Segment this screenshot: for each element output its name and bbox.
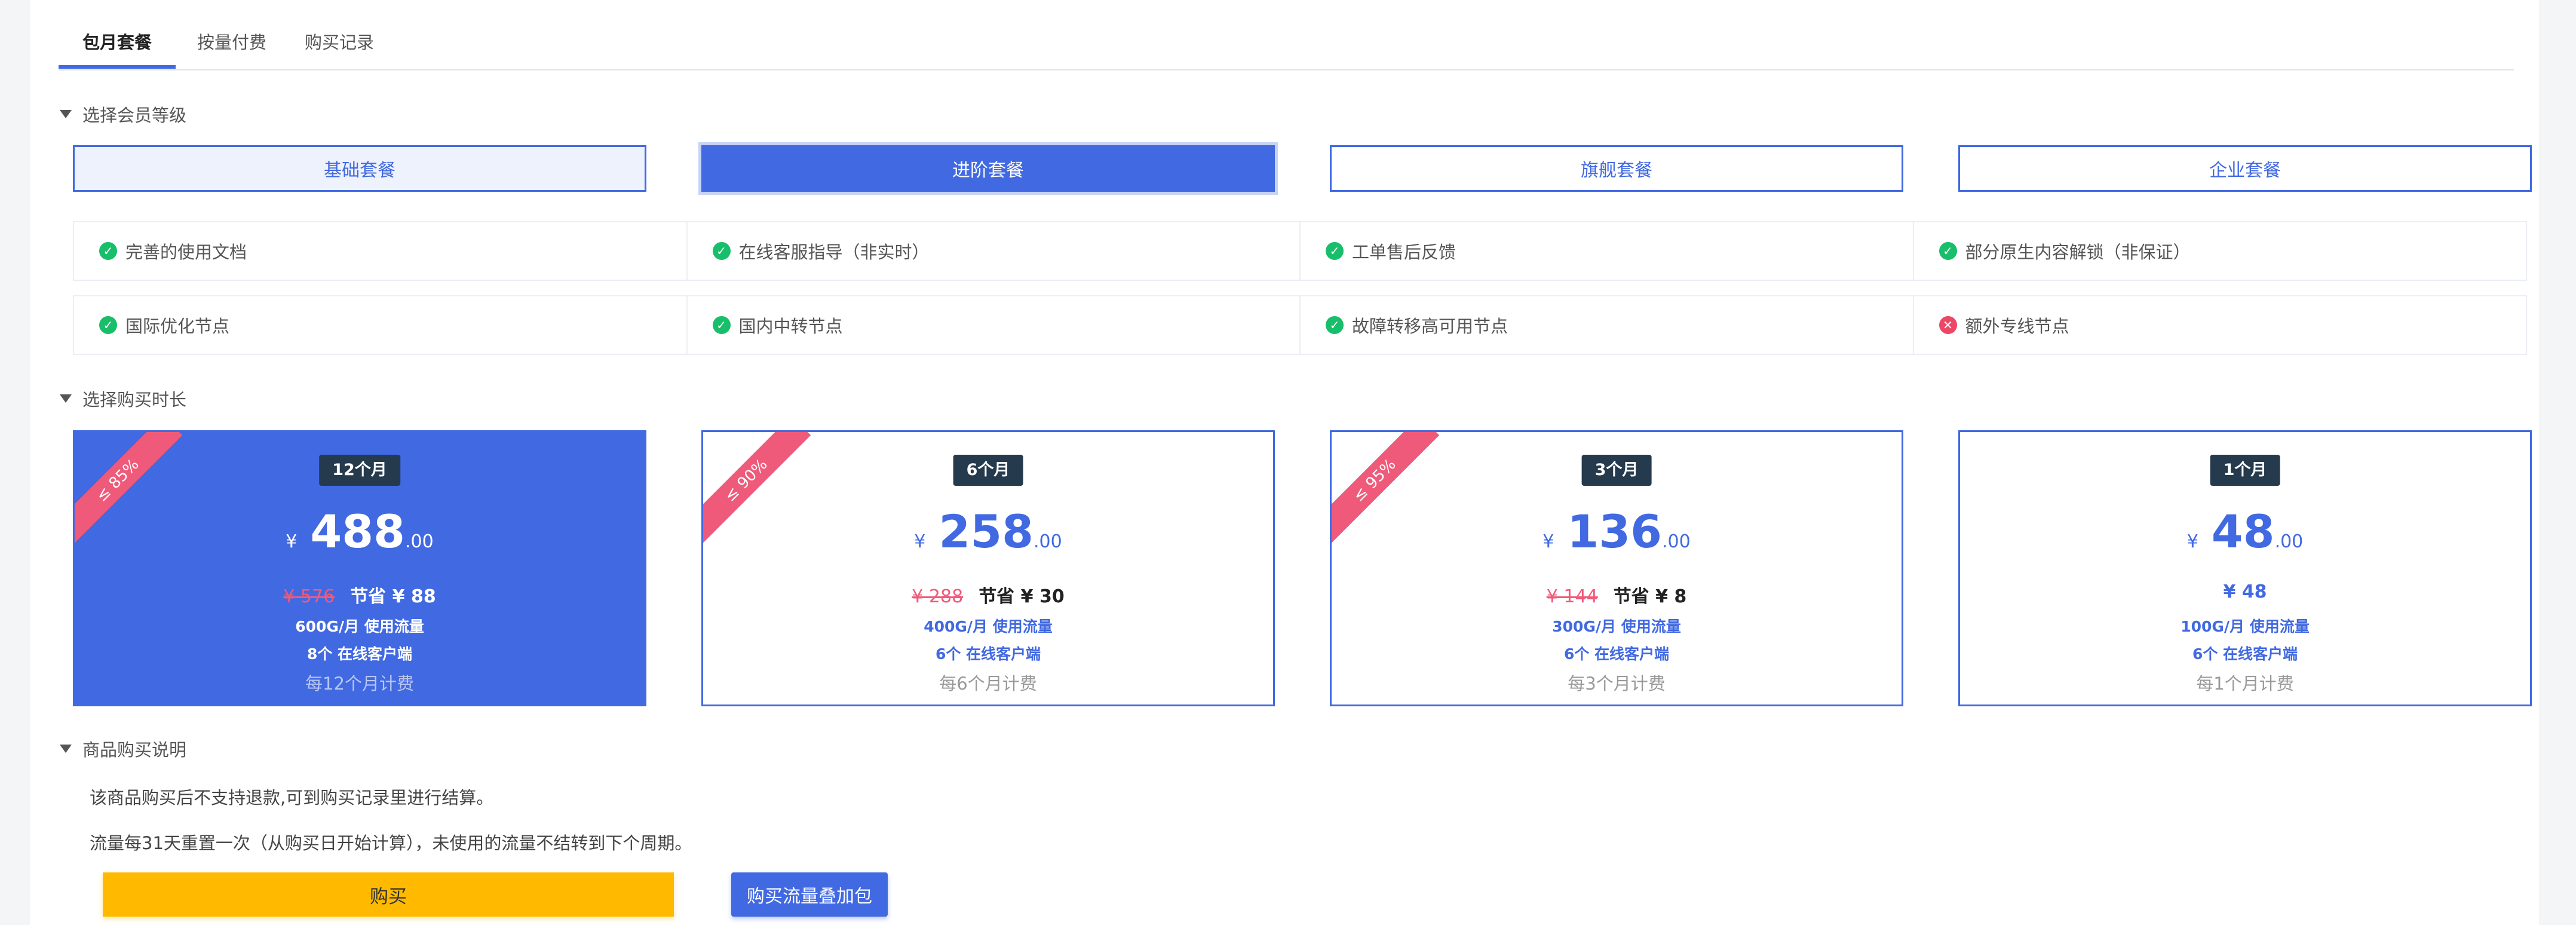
section-level-title: 选择会员等级 [82,105,187,125]
duration-badge: 3个月 [1581,455,1652,486]
billing-cycle: 每1个月计费 [2196,673,2294,694]
original-price: ¥ 576 [283,586,335,607]
traffic-spec: 300G/月 使用流量 [1552,618,1681,635]
duration-card-3-months[interactable]: ≤ 95% 3个月 ¥136.00 ¥ 144 节省 ¥ 8 300G/月 使用流… [1330,430,1903,706]
check-circle-icon: ✓ [1326,316,1344,334]
price-row: ¥258.00 [703,505,1273,558]
price-value: 488 [310,505,406,558]
buy-button[interactable]: 购买 [103,872,674,917]
duration-badge: 12个月 [319,455,400,486]
feature-label: 国内中转节点 [738,316,843,336]
clients-spec: 6个 在线客户端 [935,645,1041,663]
section-duration-title: 选择购买时长 [82,390,187,410]
feature-label: 完善的使用文档 [125,242,247,262]
feature-item: ✕ 额外专线节点 [1914,296,2526,354]
feature-item: ✓ 在线客服指导（非实时） [688,222,1301,280]
duration-badge: 6个月 [953,455,1023,486]
check-circle-icon: ✓ [99,316,117,334]
plan-price-text: ¥ 48 [2223,581,2267,602]
feature-label: 故障转移高可用节点 [1352,316,1508,336]
level-enterprise-button[interactable]: 企业套餐 [1958,145,2532,192]
price-row: ¥488.00 [75,505,645,558]
savings-text: 节省 ¥ 30 [979,586,1065,607]
duration-card-1-month[interactable]: 1个月 ¥48.00 ¥ 48 100G/月 使用流量 6个 在线客户端 每1个… [1958,430,2532,706]
tab-monthly-plan[interactable]: 包月套餐 [59,29,176,69]
save-row: ¥ 576 节省 ¥ 88 [75,581,645,608]
price-value: 136 [1567,505,1663,558]
purchase-note-refund: 该商品购买后不支持退款,可到购买记录里进行结算。 [90,788,494,808]
billing-cycle: 每12个月计费 [305,673,414,694]
x-circle-icon: ✕ [1939,316,1957,334]
save-row: ¥ 288 节省 ¥ 30 [703,581,1273,608]
currency-symbol: ¥ [286,531,298,552]
traffic-spec: 100G/月 使用流量 [2181,618,2310,635]
price-cents: .00 [1034,531,1062,552]
price-row: ¥48.00 [1960,505,2530,558]
purchase-note-traffic-reset: 流量每31天重置一次（从购买日开始计算），未使用的流量不结转到下个周期。 [90,833,692,853]
feature-item: ✓ 故障转移高可用节点 [1301,296,1914,354]
feature-row-2: ✓ 国际优化节点 ✓ 国内中转节点 ✓ 故障转移高可用节点 ✕ 额外专线节点 [73,295,2527,355]
currency-symbol: ¥ [2186,531,2198,552]
price-row: ¥136.00 [1332,505,1902,558]
check-circle-icon: ✓ [99,242,117,260]
original-price: ¥ 144 [1546,586,1598,607]
feature-item: ✓ 国际优化节点 [74,296,688,354]
billing-cycle: 每3个月计费 [1568,673,1666,694]
price-cents: .00 [405,531,434,552]
duration-badge: 1个月 [2210,455,2280,486]
original-price: ¥ 288 [912,586,964,607]
check-circle-icon: ✓ [1326,242,1344,260]
caret-down-icon [60,394,72,403]
price-value: 258 [939,505,1034,558]
feature-label: 部分原生内容解锁（非保证） [1965,242,2191,262]
tab-purchase-history[interactable]: 购买记录 [281,29,398,69]
main-panel: 包月套餐 按量付费 购买记录 选择会员等级 基础套餐 进阶套餐 旗舰套餐 企业套… [30,0,2539,925]
buy-traffic-addon-button[interactable]: 购买流量叠加包 [731,872,888,917]
currency-symbol: ¥ [914,531,926,552]
billing-cycle: 每6个月计费 [939,673,1037,694]
section-level[interactable]: 选择会员等级 [60,99,186,129]
section-duration[interactable]: 选择购买时长 [60,384,186,414]
price-value: 48 [2211,505,2275,558]
duration-card-12-months[interactable]: ≤ 85% 12个月 ¥488.00 ¥ 576 节省 ¥ 88 600G/月 使… [73,430,646,706]
caret-down-icon [60,745,72,753]
tab-pay-as-you-go[interactable]: 按量付费 [173,29,290,69]
caret-down-icon [60,110,72,118]
section-notes[interactable]: 商品购买说明 [60,734,186,764]
check-circle-icon: ✓ [712,242,731,260]
save-row: ¥ 144 节省 ¥ 8 [1332,581,1902,608]
feature-item: ✓ 完善的使用文档 [74,222,688,280]
check-circle-icon: ✓ [712,316,731,334]
duration-card-6-months[interactable]: ≤ 90% 6个月 ¥258.00 ¥ 288 节省 ¥ 30 400G/月 使用… [701,430,1275,706]
clients-spec: 6个 在线客户端 [2192,645,2298,663]
feature-row-1: ✓ 完善的使用文档 ✓ 在线客服指导（非实时） ✓ 工单售后反馈 ✓ 部分原生内容解锁（… [73,221,2527,281]
feature-item: ✓ 部分原生内容解锁（非保证） [1914,222,2526,280]
price-cents: .00 [2274,531,2304,552]
traffic-spec: 600G/月 使用流量 [295,618,424,635]
savings-text: 节省 ¥ 88 [350,586,436,607]
save-row: ¥ 48 [1960,581,2530,602]
feature-label: 国际优化节点 [125,316,230,336]
check-circle-icon: ✓ [1939,242,1957,260]
tab-bar: 包月套餐 按量付费 购买记录 [59,0,2514,71]
clients-spec: 8个 在线客户端 [306,645,413,663]
price-cents: .00 [1662,531,1691,552]
feature-item: ✓ 工单售后反馈 [1301,222,1914,280]
section-notes-title: 商品购买说明 [82,740,187,760]
clients-spec: 6个 在线客户端 [1563,645,1670,663]
level-basic-button[interactable]: 基础套餐 [73,145,646,192]
feature-label: 工单售后反馈 [1352,242,1456,262]
feature-label: 在线客服指导（非实时） [738,242,930,262]
traffic-spec: 400G/月 使用流量 [924,618,1053,635]
feature-label: 额外专线节点 [1965,316,2069,336]
feature-item: ✓ 国内中转节点 [688,296,1301,354]
level-advanced-button[interactable]: 进阶套餐 [701,145,1275,192]
currency-symbol: ¥ [1542,531,1554,552]
level-flagship-button[interactable]: 旗舰套餐 [1330,145,1903,192]
savings-text: 节省 ¥ 8 [1613,586,1687,607]
